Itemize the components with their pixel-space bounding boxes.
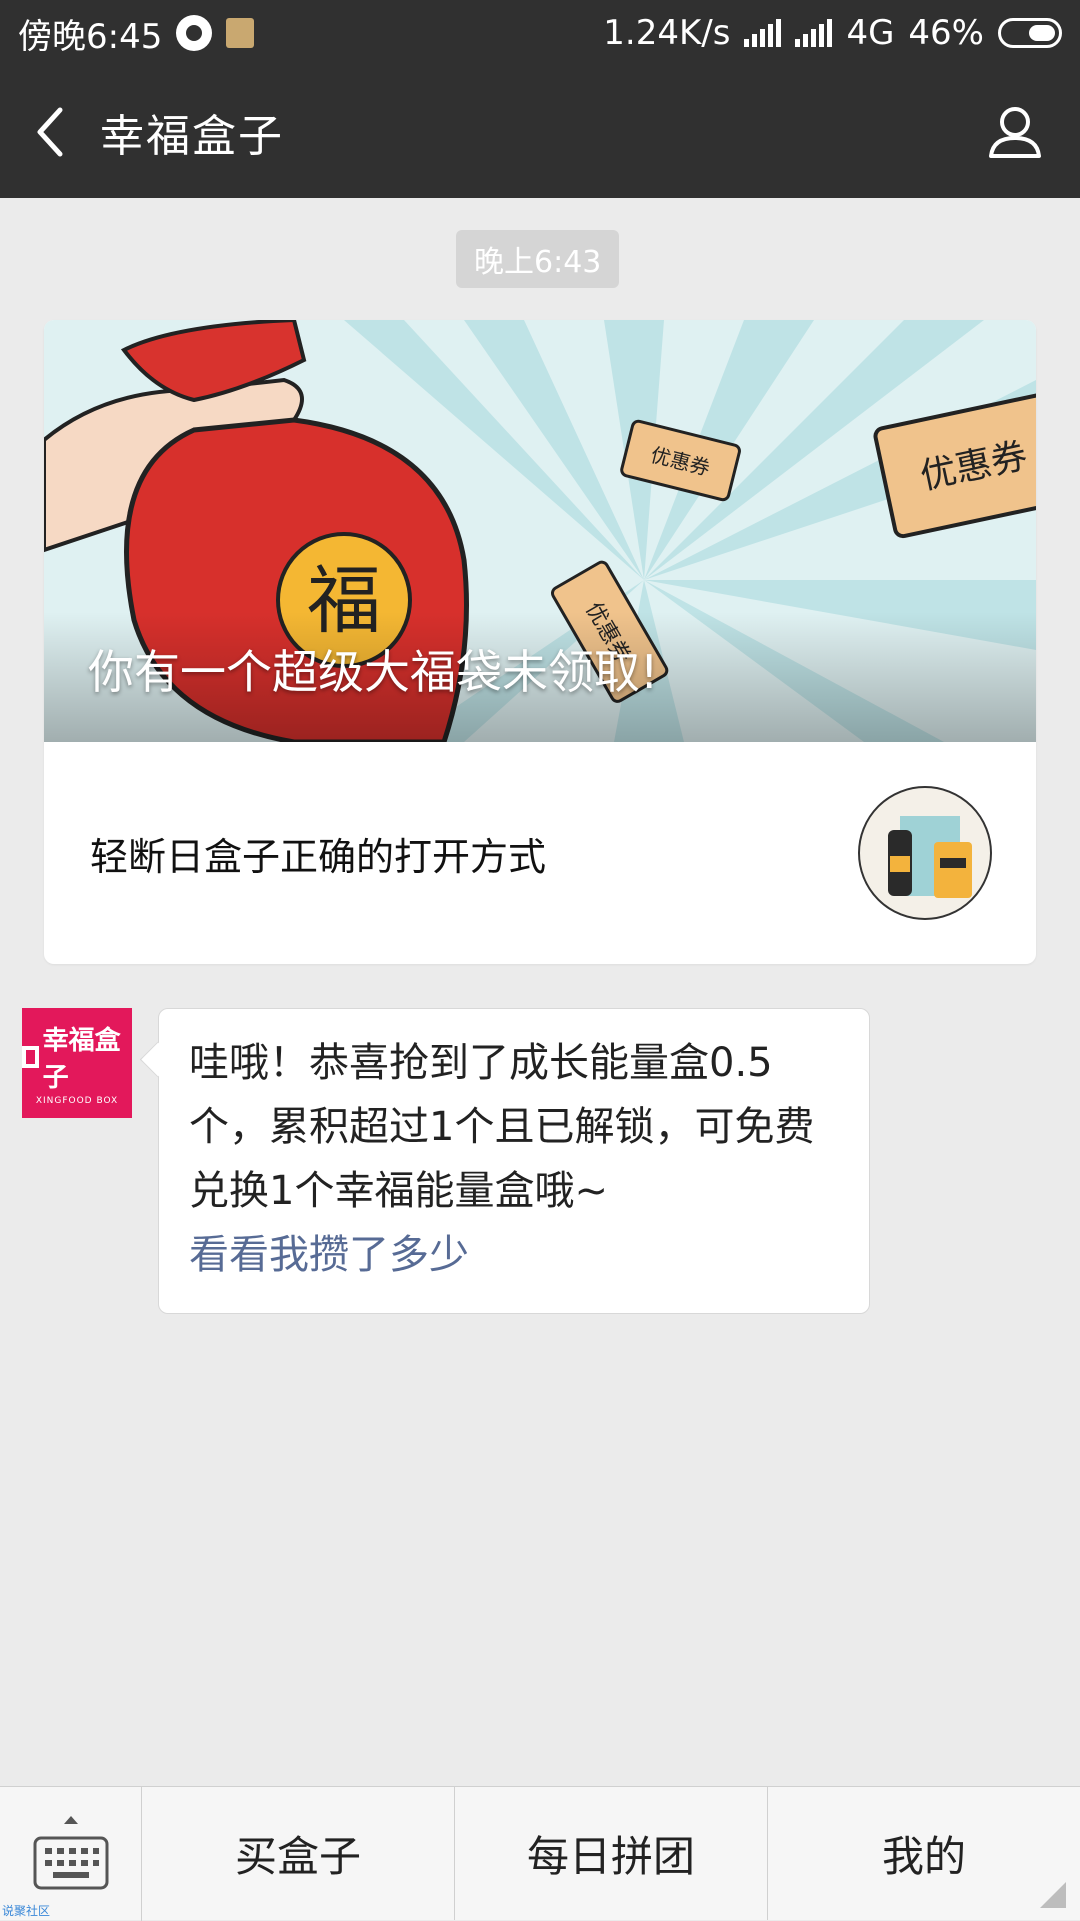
menu-buy-box[interactable]: 买盒子 [142,1787,455,1920]
chevron-left-icon [37,107,63,157]
signal-icon-2 [795,19,833,47]
message-text: 哇哦！恭喜抢到了成长能量盒0.5个，累积超过1个且已解锁，可免费兑换1个幸福能量… [189,1040,815,1214]
network-speed: 1.24K/s [603,13,731,53]
message-row: 幸福盒子 XINGFOOD BOX 哇哦！恭喜抢到了成长能量盒0.5个，累积超过… [22,1008,870,1314]
article-subtitle: 轻断日盒子正确的打开方式 [90,834,547,879]
banner-caption: 你有一个超级大福袋未领取! [88,645,659,699]
signal-icon [744,19,782,47]
article-card[interactable]: 福 优惠券 优惠券 优惠券 你有一个超级大福袋未领取! 轻断日盒子正确的打开方式 [44,320,1036,964]
keyboard-icon [33,1816,108,1890]
status-bar: 傍晚6:45 1.24K/s 4G 46% [0,0,1080,66]
corner-triangle-icon [1040,1882,1066,1908]
network-type: 4G [846,13,895,53]
menu-mine-label: 我的 [881,1832,966,1881]
avatar-subtext: XINGFOOD BOX [35,1096,119,1106]
product-thumbnail [858,786,992,920]
profile-button[interactable] [950,66,1080,198]
keyboard-toggle-button[interactable] [0,1787,142,1921]
message-link[interactable]: 看看我攒了多少 [189,1232,469,1278]
status-time: 傍晚6:45 [18,16,163,57]
menu-daily-group-buy[interactable]: 每日拼团 [455,1787,768,1920]
battery-percent: 46% [908,13,984,53]
person-icon [989,107,1041,158]
back-button[interactable] [0,66,100,198]
message-timestamp: 晚上6:43 [456,230,620,288]
article-subitem[interactable]: 轻断日盒子正确的打开方式 [44,742,1036,964]
message-bubble: 哇哦！恭喜抢到了成长能量盒0.5个，累积超过1个且已解锁，可免费兑换1个幸福能量… [158,1008,870,1314]
avatar-text: 幸福盒子 [42,1026,121,1093]
page-title: 幸福盒子 [100,111,284,162]
logo-square-icon [22,1046,39,1068]
avatar[interactable]: 幸福盒子 XINGFOOD BOX [22,1008,132,1118]
battery-icon [998,18,1062,48]
weibo-icon [176,15,213,51]
article-banner[interactable]: 福 优惠券 优惠券 优惠券 你有一个超级大福袋未领取! [44,320,1036,742]
notification-app-icon [226,18,255,48]
title-bar: 幸福盒子 [0,66,1080,198]
menu-mine[interactable]: 我的 [768,1787,1080,1920]
bottom-menu-bar: 买盒子 每日拼团 我的 [0,1786,1080,1921]
watermark: 说聚社区 [2,1904,51,1918]
